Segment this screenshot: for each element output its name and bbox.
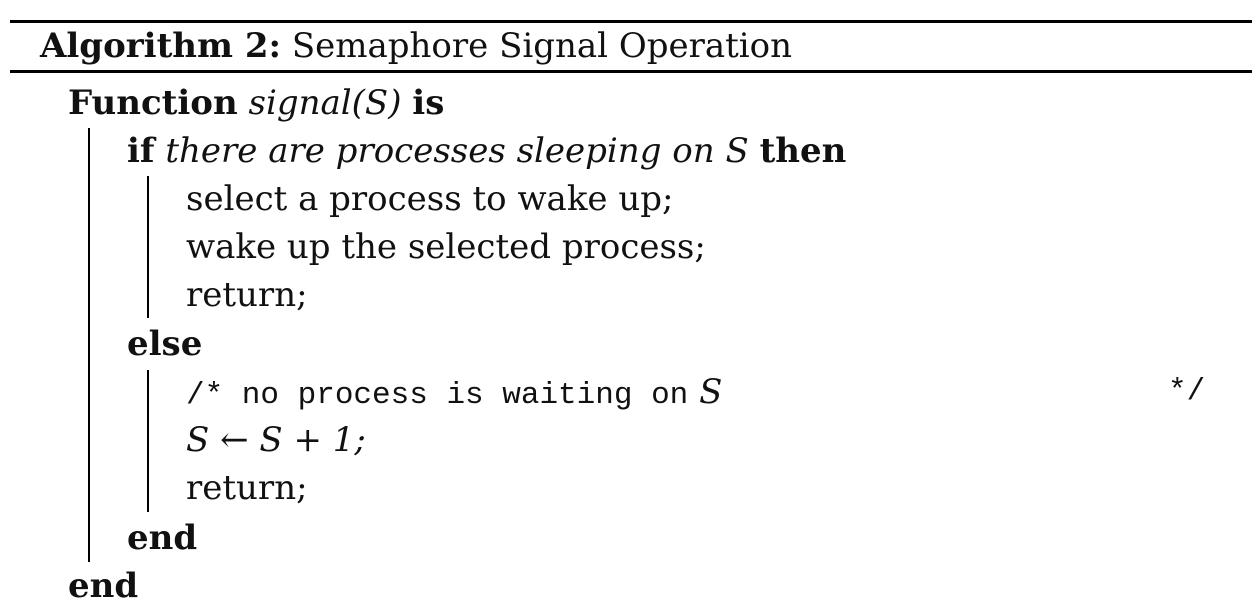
if-condition: there are processes sleeping on S [165,131,749,171]
function-name: signal(S) [248,83,402,123]
assignment-line: S ← S + 1; [186,420,366,460]
comment-line: /* no process is waiting on S [186,372,722,416]
then-block-bar [147,176,149,318]
function-line: Function signal(S) is [68,83,444,123]
top-rule [10,20,1252,23]
algorithm-caption: Algorithm 2: Semaphore Signal Operation [40,26,792,66]
comment-var: S [699,372,723,412]
algorithm-title: Semaphore Signal Operation [291,26,793,66]
if-line: if there are processes sleeping on S the… [127,131,846,171]
end-inner-keyword: end [127,518,198,558]
end-outer-keyword: end [68,566,139,606]
else-keyword: else [127,324,203,364]
else-block-bar [147,370,149,512]
else-return-line: return; [186,468,308,508]
then-line: wake up the selected process; [186,227,706,267]
is-keyword: is [412,83,445,123]
function-keyword: Function [68,83,238,123]
then-line: return; [186,275,308,315]
comment-open: /* no process is waiting on [186,378,689,413]
caption-rule [10,70,1252,73]
if-keyword: if [127,131,155,171]
function-body-bar [88,128,90,562]
then-keyword: then [759,131,847,171]
comment-close: */ [1168,374,1206,409]
algorithm-label: Algorithm 2: [40,26,282,66]
then-line: select a process to wake up; [186,179,674,219]
